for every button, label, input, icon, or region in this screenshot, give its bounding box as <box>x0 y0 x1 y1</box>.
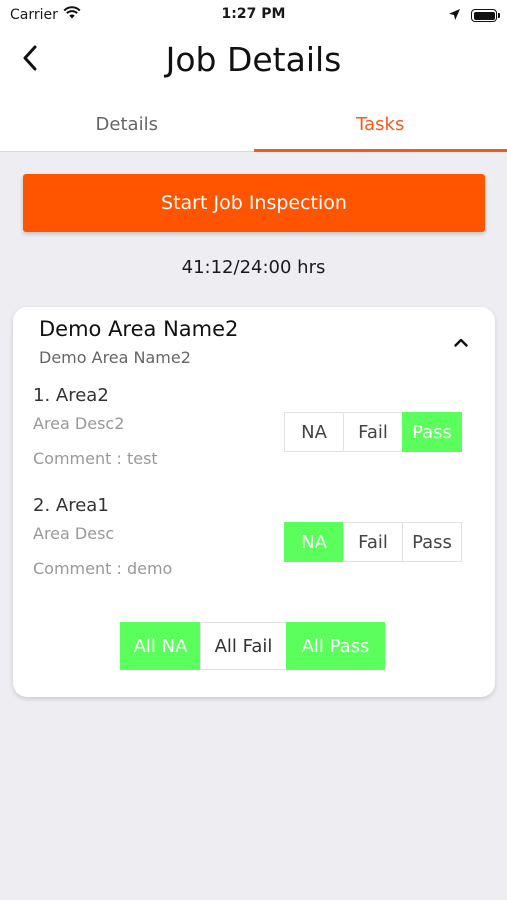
task-status-selector: NA Fail Pass <box>284 412 462 452</box>
tab-indicator <box>253 149 507 152</box>
na-option[interactable]: NA <box>284 522 344 562</box>
tab-details[interactable]: Details <box>0 96 254 152</box>
task-comment: Comment : demo <box>33 559 173 578</box>
task-description: Area Desc <box>33 524 115 543</box>
tab-details-label: Details <box>95 113 158 135</box>
start-job-inspection-button[interactable]: Start Job Inspection <box>23 174 485 232</box>
tab-bar: Details Tasks <box>0 96 507 152</box>
all-pass-button[interactable]: All Pass <box>286 622 385 670</box>
page-title: Job Details <box>165 40 342 79</box>
tab-tasks[interactable]: Tasks <box>253 96 507 152</box>
task-status-selector: NA Fail Pass <box>284 522 462 562</box>
tab-divider <box>0 150 254 152</box>
top-panel: Carrier 1:27 PM Job Details Details Task… <box>0 0 507 152</box>
navigation-bar: Job Details <box>0 30 507 96</box>
hours-counter: 41:12/24:00 hrs <box>181 257 326 278</box>
status-time: 1:27 PM <box>221 6 286 22</box>
battery-icon <box>471 9 500 22</box>
fail-option[interactable]: Fail <box>343 412 403 452</box>
task-title: 1. Area2 <box>33 385 109 406</box>
pass-option[interactable]: Pass <box>402 522 462 562</box>
area-card: Demo Area Name2 Demo Area Name2 1. Area2… <box>13 307 495 697</box>
all-fail-button[interactable]: All Fail <box>200 622 287 670</box>
chevron-up-icon <box>454 332 468 351</box>
collapse-button[interactable] <box>449 329 473 353</box>
all-na-button[interactable]: All NA <box>120 622 201 670</box>
task-title: 2. Area1 <box>33 495 109 516</box>
na-option[interactable]: NA <box>284 412 344 452</box>
task-comment: Comment : test <box>33 449 158 468</box>
tab-tasks-label: Tasks <box>356 113 405 135</box>
bulk-status-selector: All NA All Fail All Pass <box>120 622 385 670</box>
task-description: Area Desc2 <box>33 414 125 433</box>
fail-option[interactable]: Fail <box>343 522 403 562</box>
pass-option[interactable]: Pass <box>402 412 462 452</box>
area-subtitle: Demo Area Name2 <box>39 348 191 367</box>
location-arrow-icon <box>448 6 461 25</box>
area-title: Demo Area Name2 <box>39 317 239 341</box>
status-bar: Carrier 1:27 PM <box>0 0 507 30</box>
